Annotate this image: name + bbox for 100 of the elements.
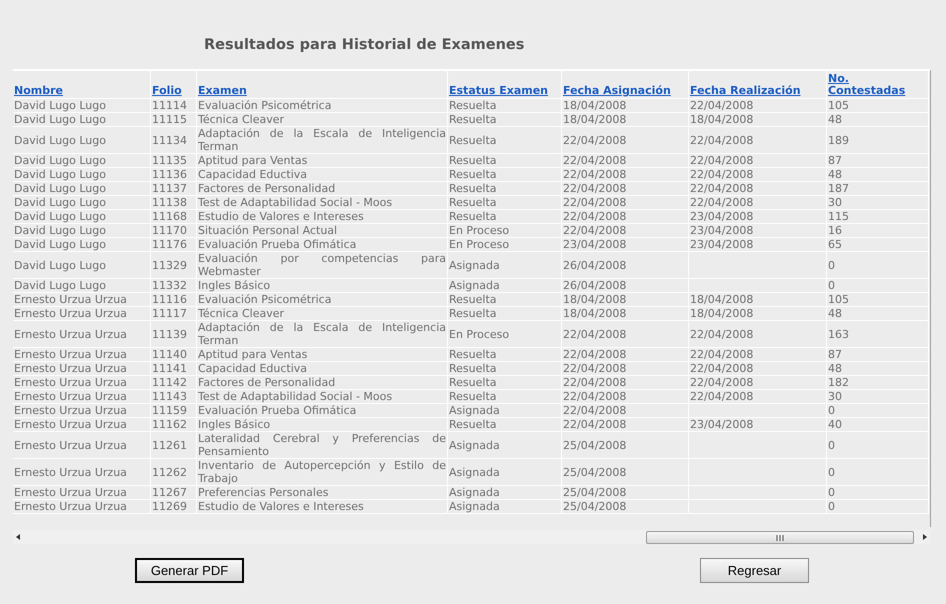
table-cell: Ernesto Urzua Urzua	[14, 328, 127, 340]
table-cell: Resuelta	[449, 113, 496, 126]
table-cell: 115	[828, 210, 849, 223]
table-cell-text: Factores de Personalidad	[198, 182, 336, 195]
table-cell: Resuelta	[449, 182, 496, 195]
table-cell: Ernesto Urzua Urzua	[14, 466, 127, 478]
table-cell: En Proceso	[449, 328, 510, 340]
column-header-link[interactable]: No. Contestadas	[828, 73, 927, 97]
table-cell: En Proceso	[449, 238, 510, 251]
table-cell: Lateralidad Cerebral y Preferencias de Pensamiento	[198, 432, 446, 458]
table-cell: 0	[828, 466, 835, 478]
table-cell: Asignada	[449, 466, 500, 478]
table-cell: 22/04/2008	[563, 182, 626, 195]
table-cell: Resuelta	[449, 348, 496, 361]
table-cell: 22/04/2008	[690, 99, 754, 112]
table-cell: 26/04/2008	[563, 258, 626, 272]
table-cell: Asignada	[449, 438, 500, 452]
column-header-link[interactable]: Folio	[152, 85, 182, 97]
table-cell: Resuelta	[449, 362, 496, 375]
table-cell: 18/04/2008	[690, 293, 754, 306]
table-cell: Evaluación por competencias para Webmaster	[198, 252, 446, 278]
table-cell: 48	[828, 168, 842, 181]
table-cell: 187	[828, 182, 849, 195]
table-cell: David Lugo Lugo	[14, 182, 106, 195]
table-cell: 22/04/2008	[690, 168, 754, 181]
horizontal-scrollbar[interactable]	[13, 530, 930, 544]
table-cell: David Lugo Lugo	[14, 224, 106, 237]
table-cell: 11162	[152, 418, 187, 431]
table-cell: 22/04/2008	[690, 182, 754, 195]
table-cell: Resuelta	[449, 210, 496, 223]
table-cell: 22/04/2008	[563, 362, 626, 375]
table-cell: 11267	[152, 486, 187, 499]
table-cell: 65	[828, 238, 842, 251]
table-cell: 105	[828, 99, 849, 112]
table-cell: 22/04/2008	[563, 196, 626, 209]
table-cell: David Lugo Lugo	[14, 99, 106, 112]
table-cell: 23/04/2008	[690, 224, 754, 237]
column-header-link[interactable]: Examen	[198, 85, 247, 97]
table-cell-text: Estudio de Valores e Intereses	[198, 210, 365, 223]
table-cell: 11139	[152, 328, 187, 340]
table-cell: 22/04/2008	[563, 376, 626, 389]
table-cell: 30	[828, 390, 842, 403]
table-cell-text: Capacidad Eductiva	[198, 362, 308, 375]
table-cell: 22/04/2008	[563, 348, 626, 361]
table-cell: 11168	[152, 210, 187, 223]
table-cell: 11117	[152, 307, 187, 320]
table-cell-text: Técnica Cleaver	[198, 113, 286, 126]
table-cell: 22/04/2008	[690, 390, 754, 403]
table-cell: Asignada	[449, 486, 500, 499]
table-cell-text: Factores de Personalidad	[198, 376, 336, 389]
table-cell: 0	[828, 279, 835, 292]
table-cell: 26/04/2008	[563, 279, 626, 292]
table-cell: 23/04/2008	[563, 238, 626, 251]
table-cell-text: Capacidad Eductiva	[198, 168, 308, 181]
generate-pdf-button[interactable]: Generar PDF	[135, 558, 244, 583]
table-cell: 18/04/2008	[563, 113, 626, 126]
table-cell: 23/04/2008	[690, 238, 754, 251]
table-cell: 22/04/2008	[563, 390, 626, 403]
table-cell: 16	[828, 224, 842, 237]
column-header-link[interactable]: Fecha Realización	[690, 85, 801, 97]
table-cell: Ernesto Urzua Urzua	[14, 376, 127, 389]
table-cell: Asignada	[449, 258, 500, 272]
table-cell: David Lugo Lugo	[14, 238, 106, 251]
table-cell: 0	[828, 438, 835, 452]
scrollbar-thumb[interactable]	[646, 531, 914, 544]
table-cell: 11329	[152, 258, 187, 272]
table-cell: 48	[828, 113, 842, 126]
table-cell: Asignada	[449, 500, 500, 513]
table-cell: Resuelta	[449, 196, 496, 209]
table-cell: 11142	[152, 376, 187, 389]
table-cell: 87	[828, 154, 842, 167]
table-cell: David Lugo Lugo	[14, 134, 106, 146]
table-cell: Resuelta	[449, 390, 496, 403]
table-cell: 18/04/2008	[563, 99, 626, 112]
table-cell: David Lugo Lugo	[14, 113, 106, 126]
table-cell: 11134	[152, 134, 187, 146]
table-cell: 23/04/2008	[690, 210, 754, 223]
table-cell: 22/04/2008	[563, 328, 626, 340]
table-cell: 0	[828, 258, 835, 272]
table-cell-text: Ingles Básico	[198, 279, 272, 292]
table-cell-text: Técnica Cleaver	[198, 307, 286, 320]
table-cell: Ernesto Urzua Urzua	[14, 348, 127, 361]
table-cell: Resuelta	[449, 99, 496, 112]
column-header-link[interactable]: Estatus Examen	[449, 85, 548, 97]
table-cell: 11143	[152, 390, 187, 403]
table-cell-text: Test de Adaptabilidad Social - Moos	[198, 196, 394, 209]
table-cell: 11159	[152, 404, 187, 417]
table-cell-text: Aptitud para Ventas	[198, 348, 308, 361]
back-button[interactable]: Regresar	[700, 558, 809, 583]
table-cell: Adaptación de la Escala de Inteligencia Terman	[198, 127, 446, 153]
table-cell: 105	[828, 293, 849, 306]
table-cell: 11137	[152, 182, 187, 195]
table-cell: 11261	[152, 438, 187, 452]
page-title: Resultados para Historial de Examenes	[204, 36, 526, 54]
table-cell: 48	[828, 362, 842, 375]
table-cell: 0	[828, 404, 835, 417]
table-cell: Resuelta	[449, 418, 496, 431]
table-cell: 182	[828, 376, 849, 389]
column-header-link[interactable]: Nombre	[14, 85, 63, 97]
column-header-link[interactable]: Fecha Asignación	[563, 85, 671, 97]
